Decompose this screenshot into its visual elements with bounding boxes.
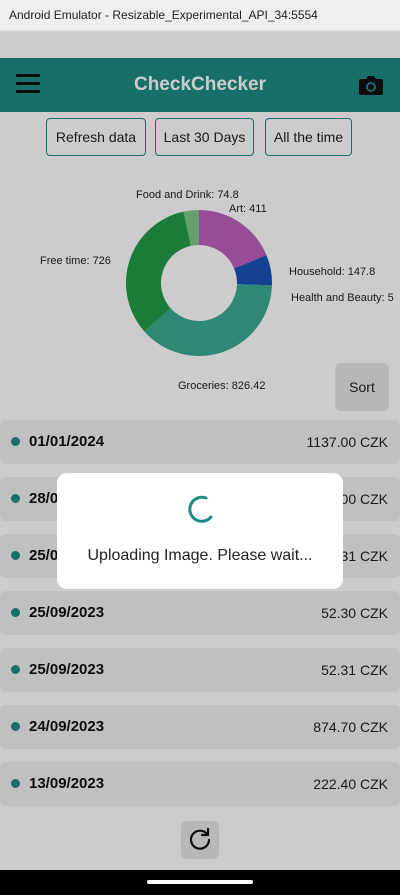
- loading-spinner-icon: [188, 495, 213, 523]
- home-gesture-handle[interactable]: [147, 880, 253, 884]
- modal-overlay: [0, 31, 400, 870]
- navigation-bar: [0, 870, 400, 895]
- emulator-window-title: Android Emulator - Resizable_Experimenta…: [0, 0, 400, 31]
- upload-dialog: Uploading Image. Please wait...: [57, 473, 343, 589]
- upload-message: Uploading Image. Please wait...: [87, 547, 313, 564]
